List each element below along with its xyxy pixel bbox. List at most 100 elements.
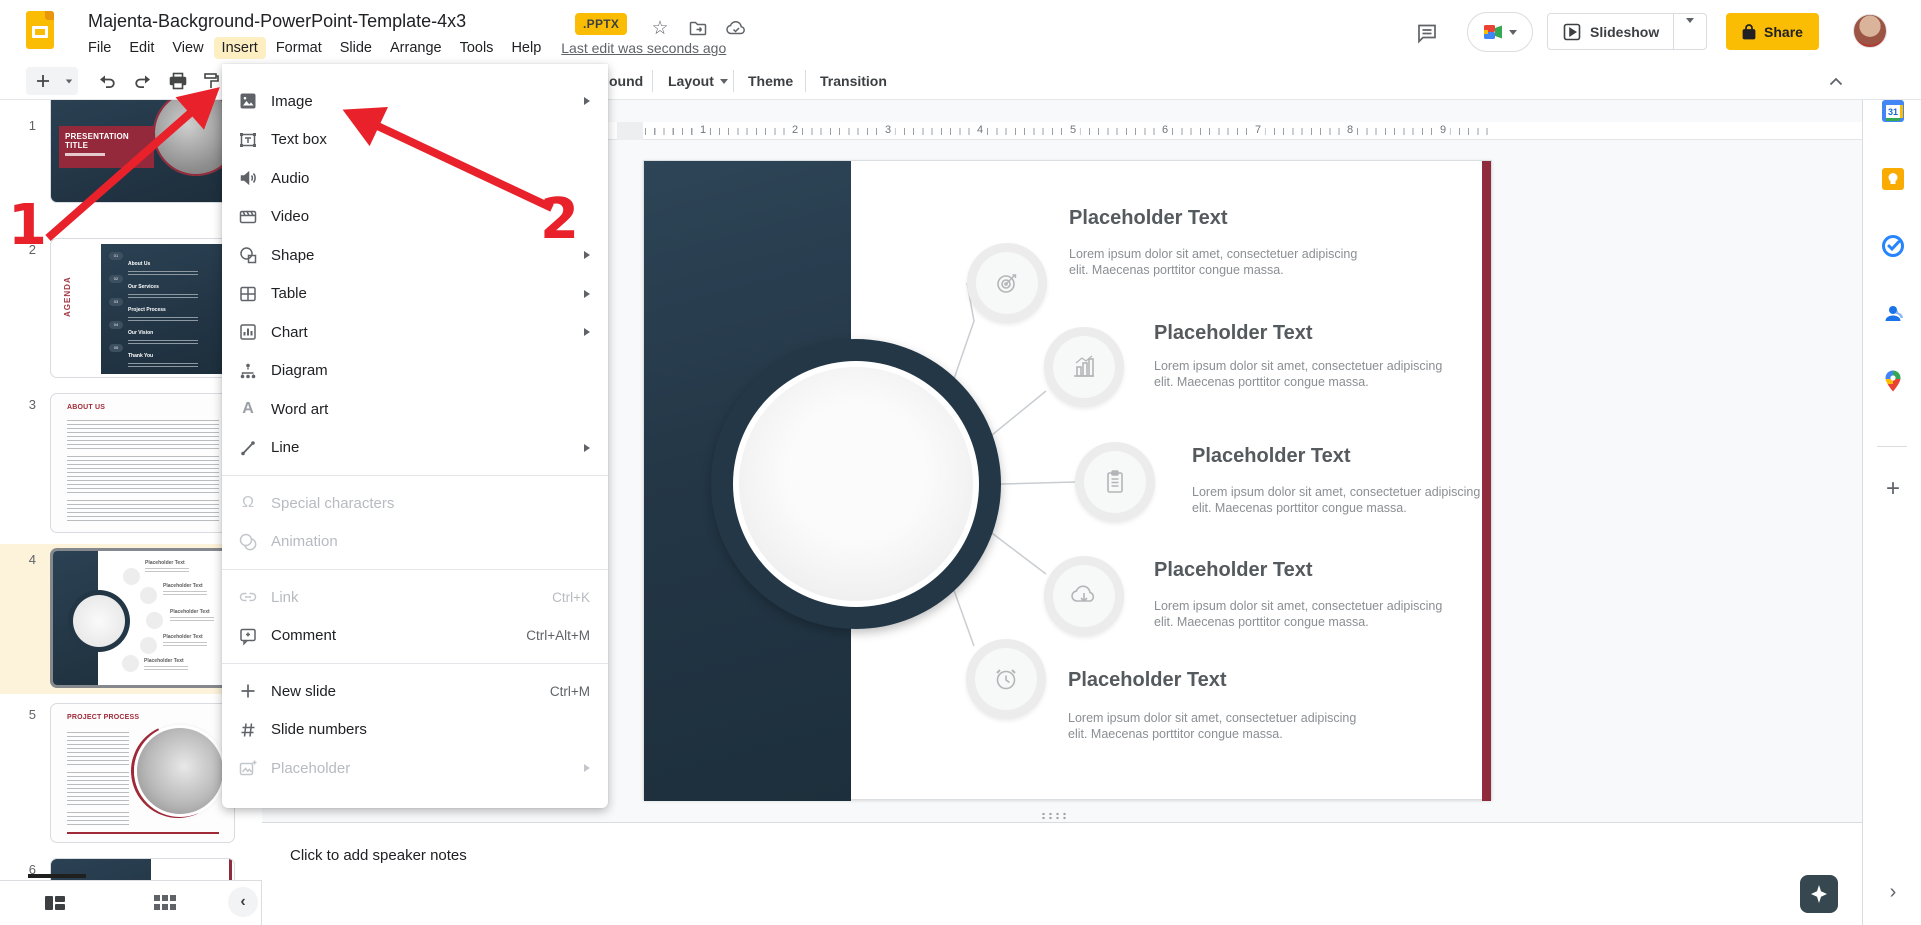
placeholder-body[interactable]: Lorem ipsum dolor sit amet, consectetuer… [1154,599,1454,630]
menu-item-label: Video [271,208,309,225]
meet-caret-icon [1509,30,1517,35]
menu-item-comment[interactable]: Comment Ctrl+Alt+M [222,617,608,656]
new-slide-button[interactable] [26,67,60,95]
google-maps-icon[interactable] [1880,368,1906,394]
last-edit-status[interactable]: Last edit was seconds ago [561,40,726,56]
new-slide-caret[interactable] [60,67,78,95]
share-button[interactable]: Share [1726,13,1819,50]
plus-icon [238,681,258,701]
menu-arrange[interactable]: Arrange [382,37,450,59]
video-icon [238,207,258,227]
slide-item-circle [1075,442,1155,522]
open-comments-icon[interactable] [1410,16,1444,50]
menu-item-image[interactable]: Image [222,82,608,121]
slide-number: 1 [18,118,36,133]
slide-thumbnail-5[interactable]: PROJECT PROCESS [50,703,235,843]
menu-item-diagram[interactable]: Diagram [222,352,608,391]
filmstrip-view-icon[interactable] [42,890,68,916]
placeholder-title[interactable]: Placeholder Text [1154,322,1313,345]
menu-insert[interactable]: Insert [214,37,266,59]
google-keep-icon[interactable] [1880,166,1906,192]
account-avatar[interactable] [1853,14,1887,48]
menu-item-table[interactable]: Table [222,275,608,314]
menu-edit[interactable]: Edit [121,37,162,59]
google-slides-app: Majenta-Background-PowerPoint-Template-4… [0,0,1921,925]
layout-button[interactable]: Layout [668,67,728,95]
transition-button[interactable]: Transition [820,67,887,95]
menu-item-label: Shape [271,247,314,264]
menu-format[interactable]: Format [268,37,330,59]
slideshow-button[interactable]: Slideshow [1547,13,1707,50]
menu-item-placeholder[interactable]: Placeholder [222,749,608,788]
menu-view[interactable]: View [164,37,211,59]
meet-button[interactable] [1467,12,1533,52]
menu-slide[interactable]: Slide [332,37,380,59]
header: Majenta-Background-PowerPoint-Template-4… [0,0,1921,62]
menu-item-shortcut: Ctrl+Alt+M [526,628,590,643]
slide-thumbnail-3[interactable]: ABOUT US [50,393,235,533]
slideshow-options-caret[interactable] [1674,23,1706,41]
ruler-number: 4 [973,123,987,138]
hide-menus-button[interactable] [1822,67,1850,95]
placeholder-icon [238,758,258,778]
grid-view-icon[interactable] [152,890,178,916]
slides-logo-icon[interactable] [26,11,54,49]
menu-item-new-slide[interactable]: New slide Ctrl+M [222,672,608,711]
slide-thumbnail-2[interactable]: AGENDA 01About Us 02Our Services 03Proje… [50,238,235,378]
placeholder-body[interactable]: Lorem ipsum dolor sit amet, consectetuer… [1192,485,1492,516]
cloud-saved-icon[interactable] [724,16,748,40]
menu-item-text-box[interactable]: Text box [222,121,608,160]
thumb4-circle [122,655,139,672]
google-tasks-icon[interactable] [1880,233,1906,259]
menu-item-animation[interactable]: Animation [222,523,608,562]
menu-help[interactable]: Help [503,37,549,59]
theme-button[interactable]: Theme [748,67,793,95]
slide-thumbnail-1[interactable]: PRESENTATION TITLE [50,100,235,203]
google-contacts-icon[interactable] [1880,301,1906,327]
menu-item-audio[interactable]: Audio [222,159,608,198]
placeholder-title[interactable]: Placeholder Text [1154,559,1313,582]
menu-tools[interactable]: Tools [452,37,502,59]
toolbar-divider [652,70,653,92]
paint-format-button[interactable] [198,67,224,95]
placeholder-title[interactable]: Placeholder Text [1069,207,1228,230]
slide-item-circle [1044,556,1124,636]
redo-button[interactable] [128,67,158,95]
menu-item-label: Audio [271,170,309,187]
expand-side-panel-chevron[interactable]: › [1881,880,1905,904]
placeholder-body[interactable]: Lorem ipsum dolor sit amet, consectetuer… [1069,247,1369,278]
placeholder-title[interactable]: Placeholder Text [1068,669,1227,692]
google-calendar-icon[interactable]: 31 [1880,98,1906,124]
placeholder-title[interactable]: Placeholder Text [1192,445,1351,468]
share-label: Share [1764,24,1803,40]
shape-icon [238,245,258,265]
filmstrip-scroll-indicator[interactable] [28,874,86,878]
placeholder-body[interactable]: Lorem ipsum dolor sit amet, consectetuer… [1154,359,1454,390]
collapse-filmstrip-chevron[interactable]: ‹ [228,887,258,917]
undo-button[interactable] [92,67,122,95]
menu-item-word-art[interactable]: A Word art [222,390,608,429]
menu-item-chart[interactable]: Chart [222,313,608,352]
submenu-arrow-icon [584,97,590,105]
speaker-notes-input[interactable]: Click to add speaker notes [290,847,467,864]
notes-resize-grip[interactable] [1040,812,1066,820]
menu-item-video[interactable]: Video [222,198,608,237]
menu-item-line[interactable]: Line [222,429,608,468]
slide-item-circle [966,639,1046,719]
explore-button[interactable] [1800,875,1838,913]
ruler-number: 1 [696,123,710,138]
document-title[interactable]: Majenta-Background-PowerPoint-Template-4… [88,11,466,32]
add-addon-plus-icon[interactable]: + [1880,476,1906,502]
present-icon [1562,22,1582,42]
placeholder-body[interactable]: Lorem ipsum dolor sit amet, consectetuer… [1068,711,1368,742]
hash-icon [238,720,258,740]
background-button-partial[interactable]: ound [609,67,643,95]
current-slide[interactable]: Placeholder Text Lorem ipsum dolor sit a… [643,160,1492,800]
print-button[interactable] [163,67,193,95]
menu-item-shape[interactable]: Shape [222,236,608,275]
menu-item-special-characters[interactable]: Ω Special characters [222,484,608,523]
menu-file[interactable]: File [80,37,119,59]
slide-thumbnail-4-selected[interactable]: Placeholder Text Placeholder Text Placeh… [50,548,235,688]
menu-item-link[interactable]: Link Ctrl+K [222,578,608,617]
menu-item-slide-numbers[interactable]: Slide numbers [222,711,608,750]
